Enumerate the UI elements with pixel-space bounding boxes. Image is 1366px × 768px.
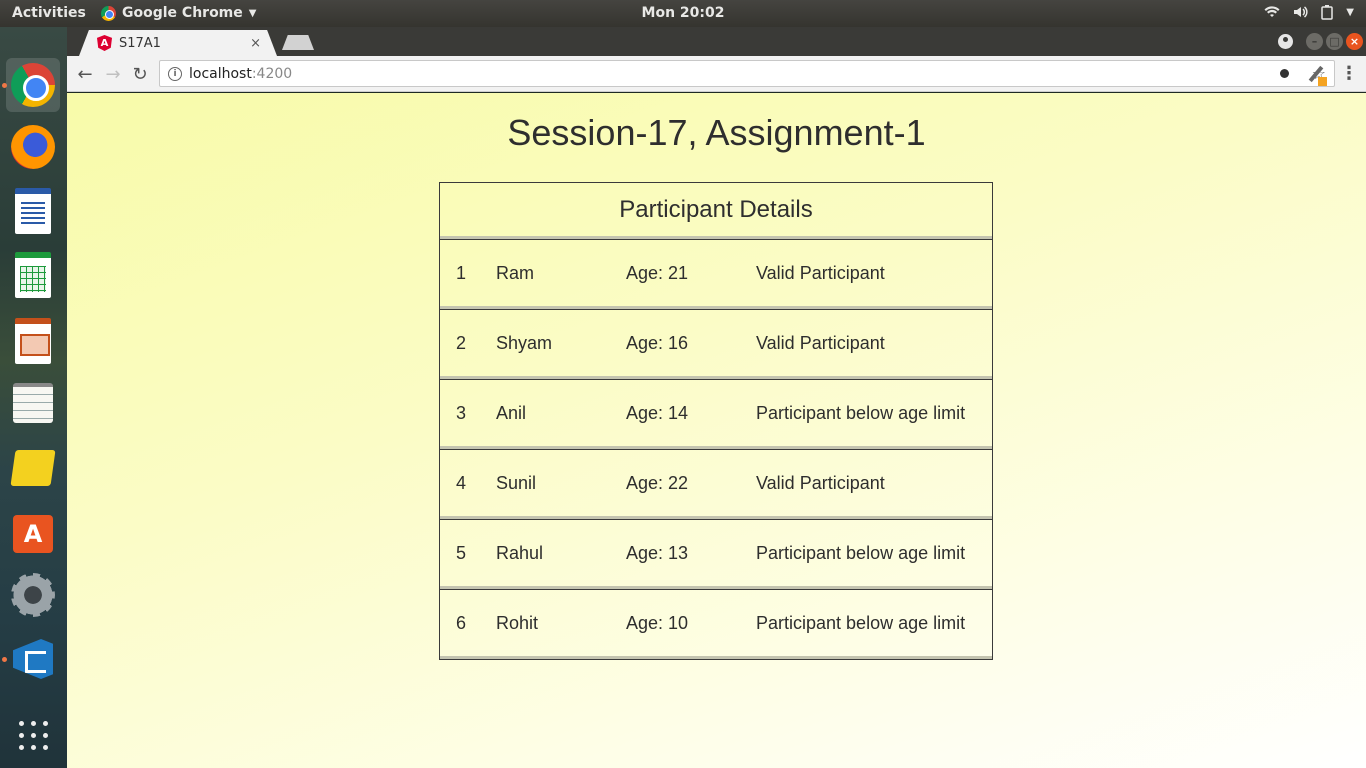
dock-item-settings[interactable] bbox=[6, 568, 60, 622]
participant-status: Valid Participant bbox=[756, 472, 885, 493]
table-row: 6 Rohit Age: 10 Participant below age li… bbox=[440, 589, 992, 659]
table-row: 5 Rahul Age: 13 Participant below age li… bbox=[440, 519, 992, 589]
dock-item-chrome[interactable] bbox=[6, 58, 60, 112]
settings-icon bbox=[11, 573, 55, 617]
participant-name: Anil bbox=[496, 402, 527, 423]
participant-table: Participant Details 1 Ram Age: 21 Valid … bbox=[439, 182, 993, 660]
system-top-bar: Activities Google Chrome ▼ Mon 20:02 ▼ bbox=[0, 0, 1366, 27]
dock-item-notes[interactable] bbox=[6, 441, 60, 495]
forward-button[interactable]: → bbox=[103, 64, 123, 85]
volume-icon bbox=[1294, 6, 1308, 18]
wifi-icon bbox=[1264, 6, 1280, 17]
table-row: 3 Anil Age: 14 Participant below age lim… bbox=[440, 379, 992, 449]
participant-age: Age: 22 bbox=[626, 472, 689, 493]
firefox-icon bbox=[11, 125, 55, 169]
table-heading: Participant Details bbox=[440, 183, 992, 239]
dock-item-software[interactable]: A bbox=[6, 504, 60, 558]
url-host: localhost bbox=[189, 65, 252, 82]
participant-id: 3 bbox=[456, 402, 467, 423]
running-indicator bbox=[2, 657, 7, 662]
browser-toolbar: ← → ↻ i localhost:4200 ☆ ⋮ bbox=[67, 56, 1366, 92]
back-button[interactable]: ← bbox=[75, 64, 95, 85]
tab-title: S17A1 bbox=[119, 35, 161, 51]
app-grid-icon bbox=[18, 720, 48, 750]
participant-name: Ram bbox=[496, 262, 535, 283]
participant-age: Age: 14 bbox=[626, 402, 689, 423]
participant-age: Age: 13 bbox=[626, 542, 689, 563]
new-tab-button[interactable] bbox=[282, 35, 314, 50]
show-applications-button[interactable] bbox=[6, 708, 60, 762]
url-port: :4200 bbox=[251, 65, 293, 82]
participant-id: 1 bbox=[456, 262, 467, 283]
dock-item-firefox[interactable] bbox=[6, 120, 60, 174]
clock[interactable]: Mon 20:02 bbox=[642, 5, 725, 21]
table-row: 4 Sunil Age: 22 Valid Participant bbox=[440, 449, 992, 519]
table-row: 1 Ram Age: 21 Valid Participant bbox=[440, 239, 992, 309]
running-indicator bbox=[2, 83, 7, 88]
participant-id: 5 bbox=[456, 542, 467, 563]
participant-id: 4 bbox=[456, 472, 467, 493]
participant-name: Shyam bbox=[496, 332, 553, 353]
app-menu[interactable]: Google Chrome ▼ bbox=[101, 5, 256, 21]
chevron-down-icon: ▼ bbox=[248, 7, 257, 19]
tab-strip: A S17A1 × – □ × bbox=[67, 27, 1366, 56]
participant-name: Rohit bbox=[496, 612, 539, 633]
participant-id: 6 bbox=[456, 612, 467, 633]
close-window-button[interactable]: × bbox=[1346, 33, 1363, 50]
tab-s17a1[interactable]: A S17A1 × bbox=[79, 30, 277, 56]
page-title: Session-17, Assignment-1 bbox=[507, 112, 926, 153]
writer-icon bbox=[15, 188, 51, 234]
minimize-button[interactable]: – bbox=[1306, 33, 1323, 50]
activities-button[interactable]: Activities bbox=[12, 5, 86, 21]
maximize-button[interactable]: □ bbox=[1326, 33, 1343, 50]
participant-age: Age: 21 bbox=[626, 262, 689, 283]
dock-item-writer[interactable] bbox=[6, 184, 60, 238]
page-viewport: Session-17, Assignment-1 Participant Det… bbox=[67, 93, 1366, 768]
window-controls: – □ × bbox=[1278, 33, 1363, 50]
dock-item-calc[interactable] bbox=[6, 248, 60, 302]
software-store-icon: A bbox=[13, 515, 53, 553]
system-tray[interactable]: ▼ bbox=[1264, 4, 1354, 20]
dock: A bbox=[0, 27, 67, 768]
participant-status: Participant below age limit bbox=[756, 402, 966, 423]
reload-button[interactable]: ↻ bbox=[130, 64, 150, 85]
dock-item-text-editor[interactable] bbox=[6, 376, 60, 430]
dock-item-impress[interactable] bbox=[6, 314, 60, 368]
participant-status: Participant below age limit bbox=[756, 542, 966, 563]
angular-favicon-icon: A bbox=[97, 35, 112, 51]
info-icon[interactable]: i bbox=[168, 66, 182, 81]
dock-item-vscode[interactable] bbox=[6, 632, 60, 686]
participant-status: Participant below age limit bbox=[756, 612, 966, 633]
participant-age: Age: 10 bbox=[626, 612, 689, 633]
participant-age: Age: 16 bbox=[626, 332, 689, 353]
participant-status: Valid Participant bbox=[756, 332, 885, 353]
chrome-menu-icon[interactable]: ⋮ bbox=[1340, 65, 1358, 83]
calc-icon bbox=[15, 252, 51, 298]
impress-icon bbox=[15, 318, 51, 364]
table-row: 2 Shyam Age: 16 Valid Participant bbox=[440, 309, 992, 379]
chrome-icon bbox=[11, 63, 55, 107]
text-editor-icon bbox=[13, 383, 53, 423]
notes-icon bbox=[10, 450, 56, 486]
battery-icon bbox=[1321, 5, 1334, 20]
vscode-icon bbox=[13, 639, 53, 679]
app-menu-label: Google Chrome bbox=[122, 5, 243, 21]
participant-name: Sunil bbox=[496, 472, 537, 493]
close-tab-icon[interactable]: × bbox=[250, 36, 261, 51]
participant-status: Valid Participant bbox=[756, 262, 885, 283]
address-bar[interactable]: i localhost:4200 ☆ bbox=[159, 60, 1335, 87]
chevron-down-icon: ▼ bbox=[1346, 6, 1354, 18]
participant-name: Rahul bbox=[496, 542, 544, 563]
color-picker-extension-icon[interactable] bbox=[1307, 65, 1327, 86]
browser-window: A S17A1 × – □ × ← → ↻ i localhost:4200 ☆… bbox=[67, 27, 1366, 768]
participant-id: 2 bbox=[456, 332, 467, 353]
chrome-icon bbox=[101, 5, 116, 21]
profile-icon[interactable] bbox=[1278, 34, 1293, 49]
